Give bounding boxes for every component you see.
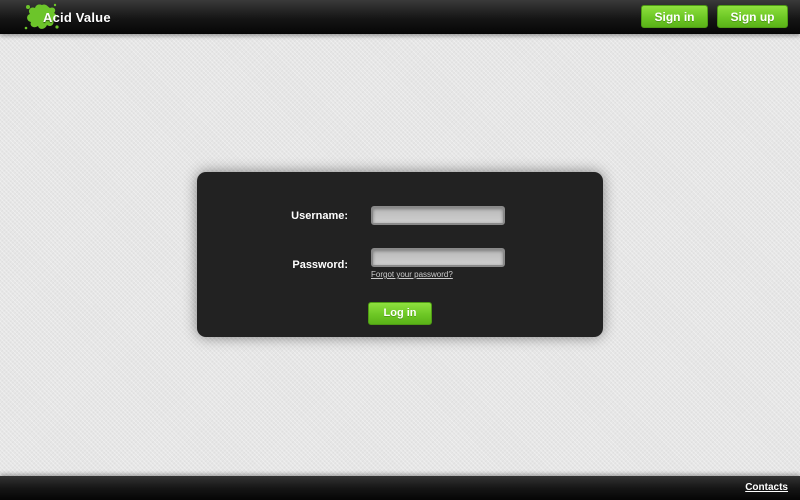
password-input[interactable] <box>371 248 505 267</box>
top-bar: Acid Value Sign in Sign up <box>0 0 800 34</box>
sign-in-button[interactable]: Sign in <box>641 5 708 28</box>
username-label: Username: <box>291 210 348 222</box>
log-in-button[interactable]: Log in <box>368 302 432 325</box>
username-input[interactable] <box>371 206 505 225</box>
footer: Contacts <box>0 476 800 500</box>
logo-text: Acid Value <box>43 10 111 25</box>
sign-up-button[interactable]: Sign up <box>717 5 788 28</box>
forgot-password-link[interactable]: Forgot your password? <box>371 270 453 279</box>
contacts-link[interactable]: Contacts <box>745 482 788 493</box>
password-label: Password: <box>292 259 348 271</box>
login-panel: Username: Password: Forgot your password… <box>197 172 603 337</box>
logo[interactable]: Acid Value <box>24 0 124 34</box>
